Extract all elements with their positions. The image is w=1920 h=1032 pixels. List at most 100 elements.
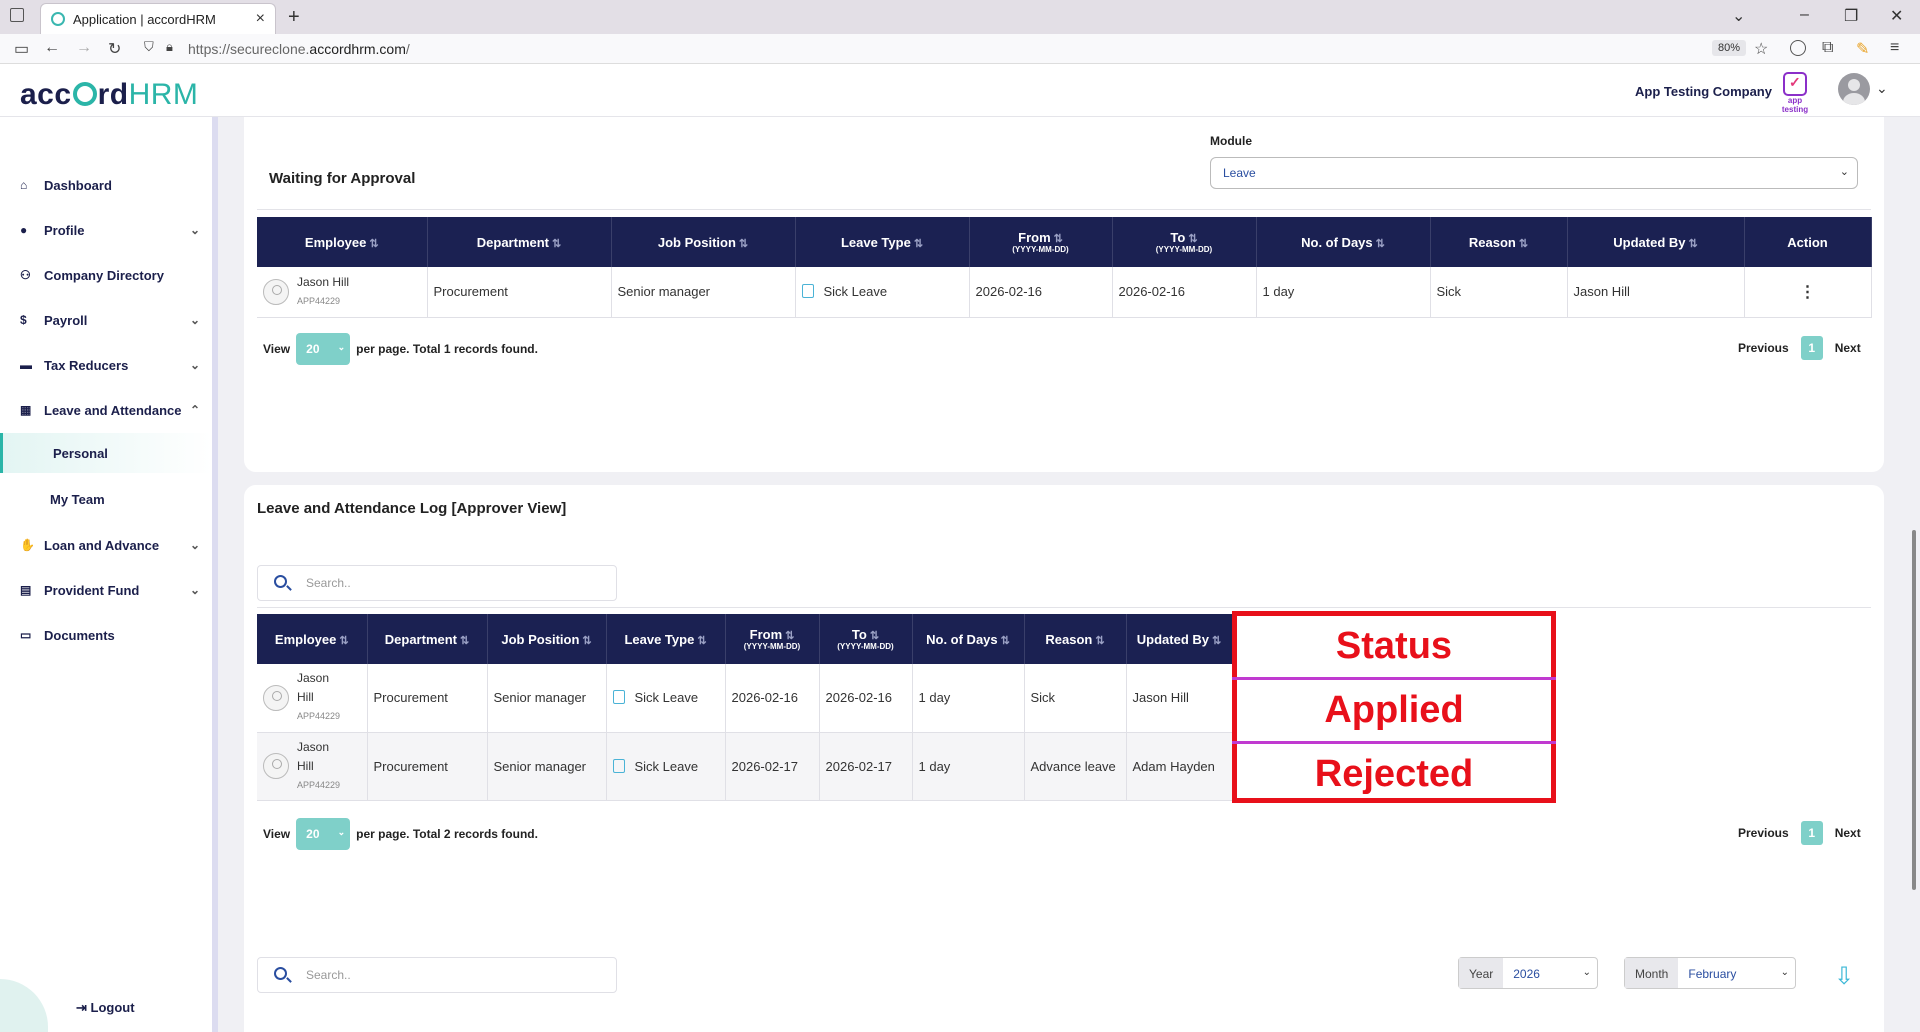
col-to[interactable]: To ⇅ (YYYY-MM-DD) [819,614,913,664]
leave-type-icon [801,284,814,299]
sort-icon: ⇅ [913,237,924,250]
previous-button[interactable]: Previous [1738,826,1789,840]
col-to[interactable]: To ⇅ (YYYY-MM-DD) [1112,217,1257,267]
browser-tab[interactable]: Application | accordHRM × [40,3,276,34]
page-number-button[interactable]: 1 [1800,821,1823,845]
col-reason[interactable]: Reason ⇅ [1024,614,1127,664]
next-button[interactable]: Next [1835,341,1861,355]
col-label: Leave Type [624,631,695,647]
sidebar-item-provident-fund[interactable]: ▤ Provident Fund ⌄ [0,572,212,608]
sidebar-toggle-icon[interactable]: ▭ [14,39,29,59]
cell-job-position: Senior manager [611,267,796,318]
sidebar-item-dashboard[interactable]: ⌂ Dashboard [0,167,212,203]
page-scrollbar[interactable] [1912,530,1916,890]
col-department[interactable]: Department ⇅ [427,217,612,267]
zoom-level[interactable]: 80% [1712,40,1747,56]
col-reason[interactable]: Reason ⇅ [1430,217,1568,267]
cell-to: 2026-02-16 [1112,267,1257,318]
module-select[interactable]: Leave ⌄ [1210,157,1858,189]
back-icon[interactable]: ← [44,39,60,57]
per-page-select[interactable]: 20 ⌄ [296,333,351,365]
col-job-position[interactable]: Job Position ⇅ [487,614,607,664]
company-logo: app testing [1778,72,1812,114]
forward-icon[interactable]: → [76,39,92,57]
tab-overflow-icon[interactable]: ⌄ [1732,6,1745,26]
accordhrm-logo[interactable]: acc rdHRM [20,78,198,112]
month-value: February [1688,967,1737,981]
download-cloud-icon[interactable]: ⇩ [1834,962,1854,991]
menu-icon[interactable]: ≡ [1890,39,1899,57]
next-button[interactable]: Next [1835,826,1861,840]
kebab-menu-icon[interactable]: ⋮ [1744,267,1872,318]
restore-icon[interactable]: ❐ [1844,6,1858,26]
module-value: Leave [1223,166,1256,180]
account-icon[interactable] [1790,40,1806,56]
cell-updated-by: Jason Hill [1567,267,1745,318]
sort-icon: ⇅ [785,630,795,642]
cell-to: 2026-02-17 [819,732,913,801]
logout-icon: ⇥ [76,1000,91,1015]
chevron-down-icon: ⌄ [189,358,200,372]
avatar [263,753,289,779]
sidebar-subitem-label: My Team [50,491,105,507]
extension-pencil-icon[interactable]: ✎ [1856,39,1869,59]
previous-button[interactable]: Previous [1738,341,1789,355]
sidebar-item-label: Profile [44,222,85,238]
sidebar-item-profile[interactable]: ● Profile ⌄ [0,212,212,248]
sidebar-item-loan-and-advance[interactable]: ✋ Loan and Advance ⌄ [0,527,212,563]
col-employee[interactable]: Employee ⇅ [257,614,368,664]
col-job-position[interactable]: Job Position ⇅ [611,217,796,267]
col-days[interactable]: No. of Days ⇅ [912,614,1025,664]
reload-icon[interactable]: ↻ [108,39,121,59]
company-logo-text: app testing [1781,96,1809,114]
col-from[interactable]: From ⇅ (YYYY-MM-DD) [725,614,820,664]
per-page-select[interactable]: 20 ⌄ [296,818,351,850]
col-updated-by[interactable]: Updated By ⇅ [1126,614,1233,664]
col-from[interactable]: From ⇅ (YYYY-MM-DD) [969,217,1113,267]
approval-table: Employee ⇅ Department ⇅ Job Position ⇅ Leav… [257,217,1872,318]
attendance-search-input[interactable]: Search.. [257,957,617,993]
sidebar-item-tax-reducers[interactable]: ▬ Tax Reducers ⌄ [0,347,212,383]
col-leave-type[interactable]: Leave Type ⇅ [606,614,726,664]
col-leave-type[interactable]: Leave Type ⇅ [795,217,970,267]
sidebar-item-documents[interactable]: ▭ Documents [0,617,212,653]
logout-button[interactable]: ⇥ Logout [76,1000,135,1016]
employee-last-name: Hill [297,758,314,773]
sidebar-item-label: Dashboard [44,177,112,193]
sidebar-subitem-my-team[interactable]: My Team [0,479,212,519]
sidebar-item-company-directory[interactable]: ⚇ Company Directory [0,257,212,293]
people-icon: ⚇ [20,268,31,282]
view-label: View [263,827,291,841]
user-avatar[interactable] [1838,73,1870,105]
col-department[interactable]: Department ⇅ [367,614,488,664]
chevron-down-icon[interactable]: ⌄ [1876,80,1888,97]
page-number-button[interactable]: 1 [1800,336,1823,360]
sort-icon: ⇅ [460,634,470,647]
search-icon [274,967,287,980]
year-select[interactable]: Year 2026 ⌄ [1458,957,1598,989]
url-bar[interactable]: https://secureclone.accordhrm.com/ [188,41,410,57]
close-tab-icon[interactable]: × [256,10,265,28]
col-updated-by[interactable]: Updated By ⇅ [1567,217,1745,267]
sidebar-subitem-personal[interactable]: Personal [0,433,212,473]
log-search-input[interactable]: Search.. [257,565,617,601]
sidebar-item-label: Loan and Advance [44,537,160,553]
bookmark-star-icon[interactable]: ☆ [1754,39,1768,59]
sidebar-item-leave-and-attendance[interactable]: ▦ Leave and Attendance ⌃ [0,392,212,428]
new-tab-icon[interactable]: + [288,6,300,29]
close-window-icon[interactable]: ✕ [1890,6,1903,26]
tab-list-icon[interactable] [10,8,24,22]
extensions-icon[interactable]: ⧉ [1822,39,1833,57]
minimize-icon[interactable]: – [1800,6,1809,24]
col-employee[interactable]: Employee ⇅ [257,217,428,267]
date-format-hint: (YYYY-MM-DD) [1155,245,1213,254]
shield-icon[interactable]: ⛉ [144,39,154,55]
company-logo-icon [1783,72,1807,96]
month-select[interactable]: Month February ⌄ [1624,957,1796,989]
employee-first-name: Jason [297,671,330,686]
sort-icon: ⇅ [1518,237,1529,250]
sidebar-item-payroll[interactable]: $ Payroll ⌄ [0,302,212,338]
col-days[interactable]: No. of Days ⇅ [1256,217,1431,267]
chevron-down-icon: ⌄ [1780,967,1789,978]
sort-icon: ⇅ [1053,233,1063,245]
